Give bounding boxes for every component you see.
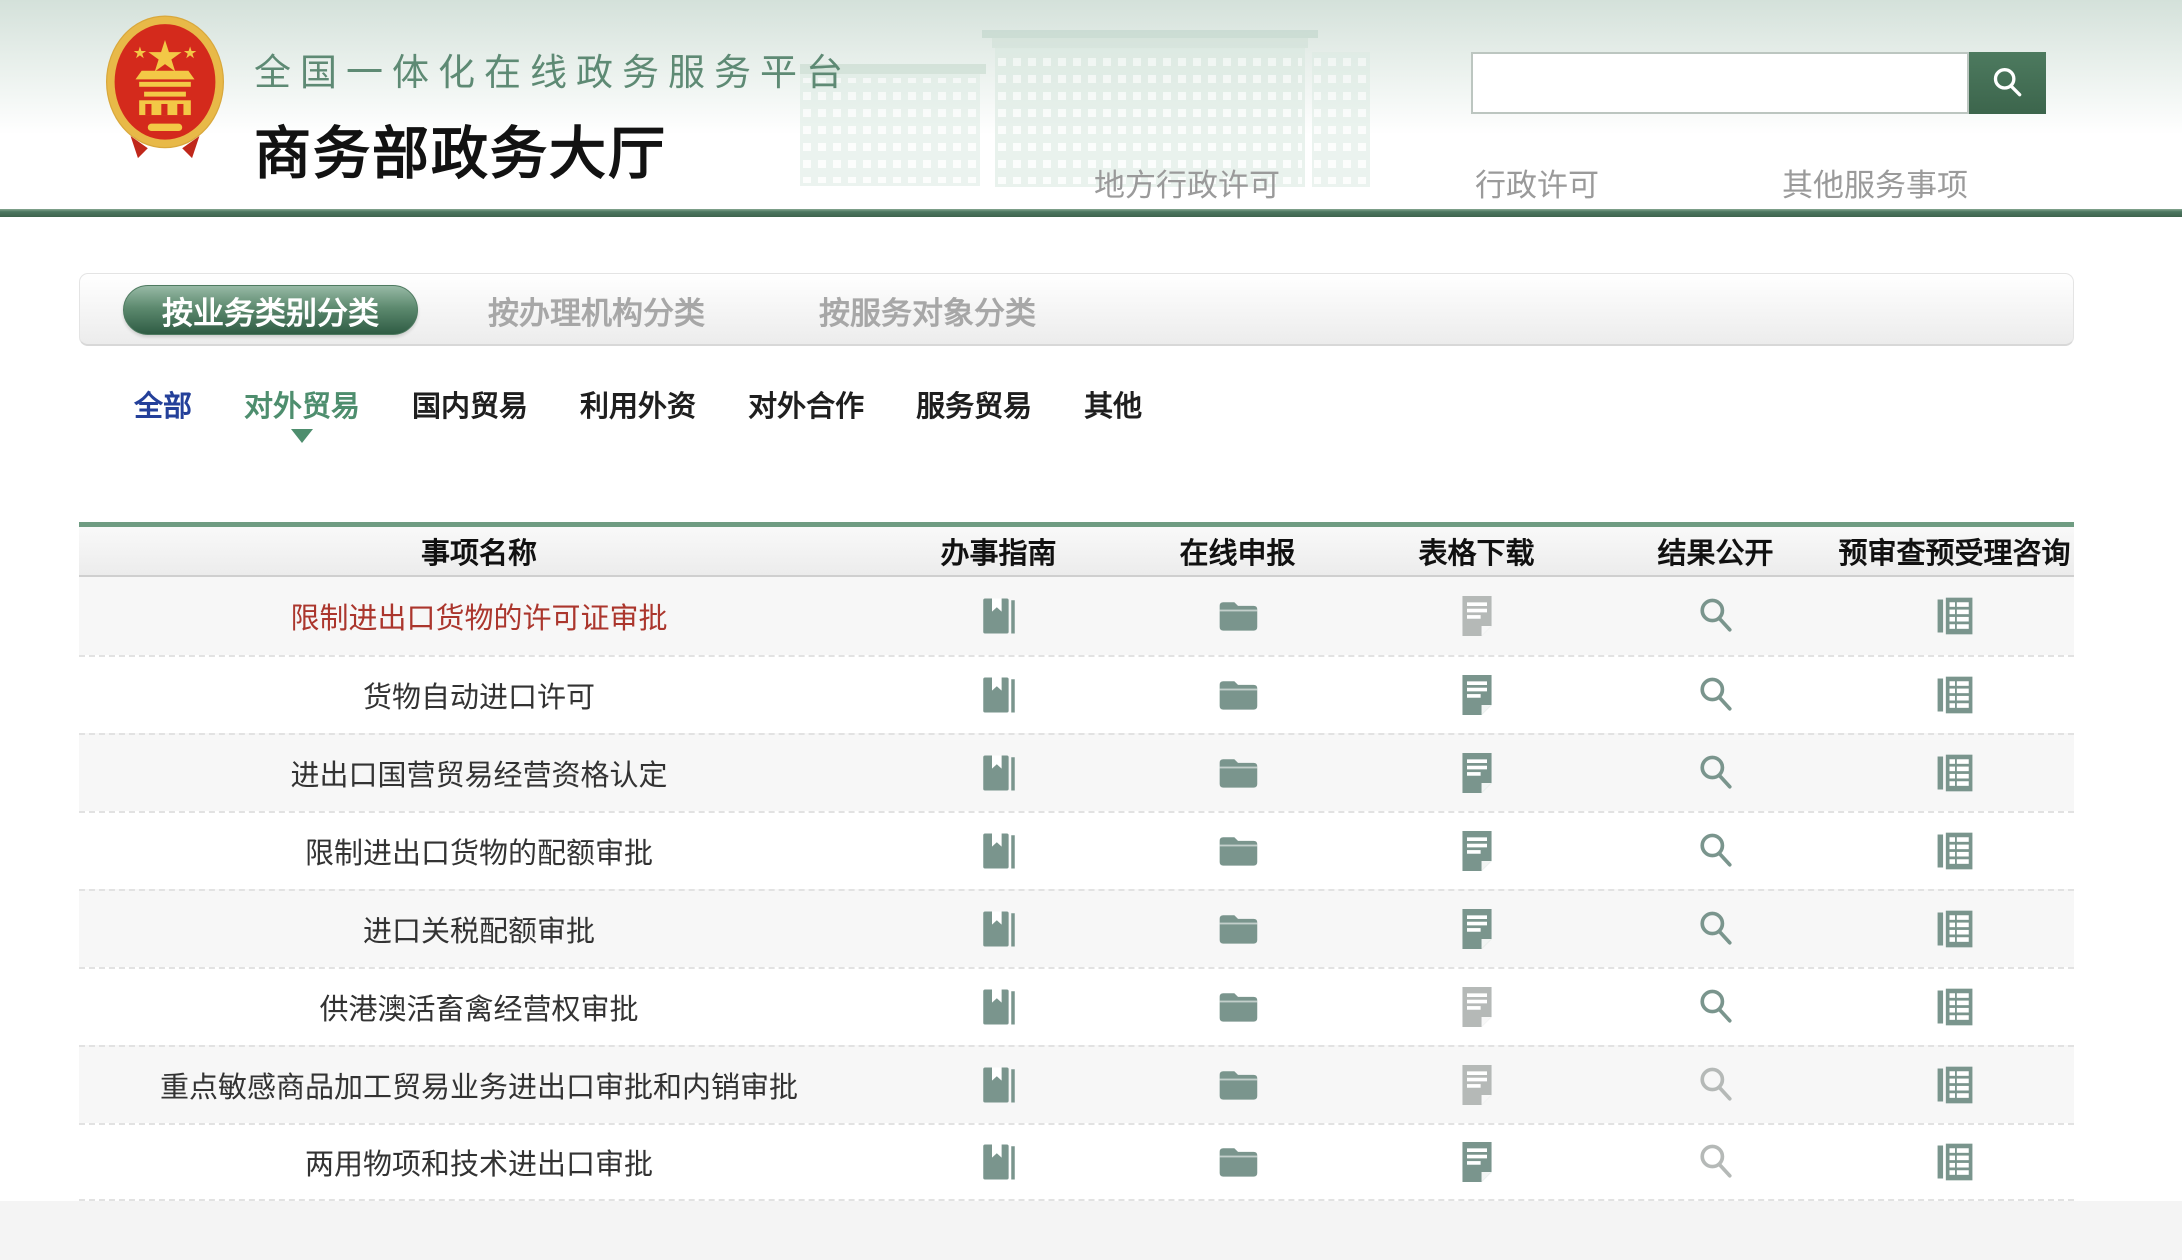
table-row: 供港澳活畜禽经营权审批 bbox=[79, 967, 2074, 1045]
preview-consult-ledger-icon[interactable] bbox=[1835, 594, 2074, 638]
guide-book-icon[interactable] bbox=[879, 830, 1118, 872]
result-public-magnifier-icon[interactable] bbox=[1596, 673, 1835, 717]
preview-consult-ledger-icon[interactable] bbox=[1835, 751, 2074, 795]
preview-consult-ledger-icon[interactable] bbox=[1835, 907, 2074, 951]
online-apply-folder-icon[interactable] bbox=[1118, 985, 1357, 1029]
form-download-document-icon bbox=[1357, 594, 1596, 638]
preview-consult-ledger-icon[interactable] bbox=[1835, 1140, 2074, 1184]
preview-consult-ledger-icon[interactable] bbox=[1835, 1063, 2074, 1107]
nav-other-services[interactable]: 其他服务事项 bbox=[1782, 160, 1968, 205]
category-foreign-investment[interactable]: 利用外资 bbox=[580, 385, 696, 447]
col-item-name: 事项名称 bbox=[79, 530, 879, 572]
item-name-link[interactable]: 进出口国营贸易经营资格认定 bbox=[79, 752, 879, 794]
search-button[interactable] bbox=[1969, 52, 2046, 114]
guide-book-icon[interactable] bbox=[879, 752, 1118, 794]
online-apply-folder-icon[interactable] bbox=[1118, 1140, 1357, 1184]
category-filter-row: 全部 对外贸易 国内贸易 利用外资 对外合作 服务贸易 其他 bbox=[79, 385, 2074, 447]
table-row: 进口关税配额审批 bbox=[79, 889, 2074, 967]
col-preview-consult: 预审查预受理咨询 bbox=[1835, 530, 2074, 572]
table-body: 限制进出口货物的许可证审批 bbox=[79, 577, 2074, 1201]
items-table: 事项名称 办事指南 在线申报 表格下载 结果公开 预审查预受理咨询 限制进出口货… bbox=[79, 522, 2074, 1201]
active-category-arrow-icon bbox=[291, 429, 313, 443]
preview-consult-ledger-icon[interactable] bbox=[1835, 829, 2074, 873]
col-guide: 办事指南 bbox=[879, 530, 1118, 572]
col-online-apply: 在线申报 bbox=[1118, 530, 1357, 572]
tab-by-business-type[interactable]: 按业务类别分类 bbox=[123, 285, 418, 335]
page-footer-strip bbox=[0, 1201, 2182, 1260]
online-apply-folder-icon[interactable] bbox=[1118, 673, 1357, 717]
online-apply-folder-icon[interactable] bbox=[1118, 907, 1357, 951]
category-service-trade[interactable]: 服务贸易 bbox=[916, 385, 1032, 447]
form-download-document-icon bbox=[1357, 1063, 1596, 1107]
table-row: 限制进出口货物的配额审批 bbox=[79, 811, 2074, 889]
tab-by-agency[interactable]: 按办理机构分类 bbox=[488, 274, 705, 347]
result-public-magnifier-icon bbox=[1596, 1140, 1835, 1184]
result-public-magnifier-icon[interactable] bbox=[1596, 829, 1835, 873]
table-row: 进出口国营贸易经营资格认定 bbox=[79, 733, 2074, 811]
result-public-magnifier-icon[interactable] bbox=[1596, 751, 1835, 795]
online-apply-folder-icon[interactable] bbox=[1118, 594, 1357, 638]
category-foreign-trade-label: 对外贸易 bbox=[244, 391, 360, 423]
form-download-document-icon[interactable] bbox=[1357, 907, 1596, 951]
main-content: 按业务类别分类 按办理机构分类 按服务对象分类 全部 对外贸易 国内贸易 利用外… bbox=[79, 273, 2074, 1201]
item-name-link[interactable]: 限制进出口货物的配额审批 bbox=[79, 830, 879, 872]
platform-title: 全国一体化在线政务服务平台 bbox=[254, 42, 852, 96]
top-navigation: 地方行政许可 行政许可 其他服务事项 bbox=[0, 160, 2182, 209]
form-download-document-icon[interactable] bbox=[1357, 1140, 1596, 1184]
tab-by-service-target[interactable]: 按服务对象分类 bbox=[819, 274, 1036, 347]
form-download-document-icon[interactable] bbox=[1357, 751, 1596, 795]
search-input[interactable] bbox=[1471, 52, 1969, 114]
search-bar bbox=[1471, 52, 2046, 114]
item-name-link[interactable]: 重点敏感商品加工贸易业务进出口审批和内销审批 bbox=[79, 1064, 879, 1106]
item-name-link[interactable]: 进口关税配额审批 bbox=[79, 908, 879, 950]
online-apply-folder-icon[interactable] bbox=[1118, 751, 1357, 795]
form-download-document-icon[interactable] bbox=[1357, 829, 1596, 873]
guide-book-icon[interactable] bbox=[879, 986, 1118, 1028]
table-row: 限制进出口货物的许可证审批 bbox=[79, 577, 2074, 655]
category-foreign-cooperation[interactable]: 对外合作 bbox=[748, 385, 864, 447]
result-public-magnifier-icon[interactable] bbox=[1596, 985, 1835, 1029]
category-foreign-trade[interactable]: 对外贸易 bbox=[244, 385, 360, 447]
item-name-link[interactable]: 供港澳活畜禽经营权审批 bbox=[79, 986, 879, 1028]
col-form-download: 表格下载 bbox=[1357, 530, 1596, 572]
form-download-document-icon[interactable] bbox=[1357, 673, 1596, 717]
category-domestic-trade[interactable]: 国内贸易 bbox=[412, 385, 528, 447]
guide-book-icon[interactable] bbox=[879, 674, 1118, 716]
preview-consult-ledger-icon[interactable] bbox=[1835, 985, 2074, 1029]
classification-tabs: 按业务类别分类 按办理机构分类 按服务对象分类 bbox=[79, 273, 2074, 346]
search-icon bbox=[1988, 63, 2028, 103]
table-row: 两用物项和技术进出口审批 bbox=[79, 1123, 2074, 1201]
guide-book-icon[interactable] bbox=[879, 595, 1118, 637]
result-public-magnifier-icon bbox=[1596, 1063, 1835, 1107]
category-all[interactable]: 全部 bbox=[134, 385, 192, 447]
col-result-public: 结果公开 bbox=[1596, 530, 1835, 572]
guide-book-icon[interactable] bbox=[879, 1064, 1118, 1106]
item-name-link[interactable]: 限制进出口货物的许可证审批 bbox=[79, 595, 879, 637]
form-download-document-icon bbox=[1357, 985, 1596, 1029]
guide-book-icon[interactable] bbox=[879, 1141, 1118, 1183]
result-public-magnifier-icon[interactable] bbox=[1596, 594, 1835, 638]
category-other[interactable]: 其他 bbox=[1084, 385, 1142, 447]
header-divider-bar bbox=[0, 209, 2182, 217]
page-header: 全国一体化在线政务服务平台 商务部政务大厅 地方行政许可 行政许可 其他服务事项 bbox=[0, 0, 2182, 217]
nav-admin-license[interactable]: 行政许可 bbox=[1475, 160, 1599, 205]
item-name-link[interactable]: 货物自动进口许可 bbox=[79, 674, 879, 716]
guide-book-icon[interactable] bbox=[879, 908, 1118, 950]
preview-consult-ledger-icon[interactable] bbox=[1835, 673, 2074, 717]
item-name-link[interactable]: 两用物项和技术进出口审批 bbox=[79, 1141, 879, 1183]
china-national-emblem-icon bbox=[103, 13, 227, 163]
online-apply-folder-icon[interactable] bbox=[1118, 1063, 1357, 1107]
online-apply-folder-icon[interactable] bbox=[1118, 829, 1357, 873]
result-public-magnifier-icon[interactable] bbox=[1596, 907, 1835, 951]
table-row: 重点敏感商品加工贸易业务进出口审批和内销审批 bbox=[79, 1045, 2074, 1123]
nav-local-admin-license[interactable]: 地方行政许可 bbox=[1094, 160, 1280, 205]
table-row: 货物自动进口许可 bbox=[79, 655, 2074, 733]
table-header-row: 事项名称 办事指南 在线申报 表格下载 结果公开 预审查预受理咨询 bbox=[79, 527, 2074, 577]
